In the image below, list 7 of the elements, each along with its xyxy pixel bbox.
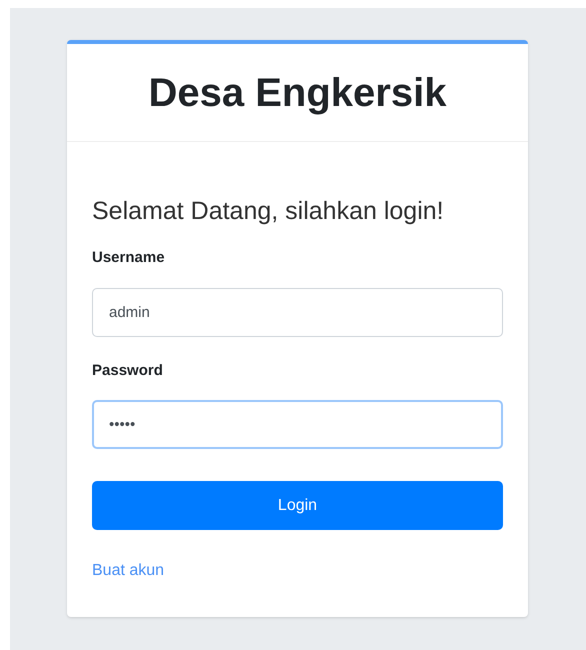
input-field[interactable]: admin: [92, 288, 503, 337]
field-label: Password: [92, 360, 164, 381]
field-label: Username: [92, 248, 166, 268]
login-button[interactable]: Login: [92, 481, 503, 530]
welcome-heading: Selamat Datang, silahkan login!: [92, 196, 445, 227]
card-title: Desa Engkersik: [148, 72, 446, 112]
input-field[interactable]: •••••: [92, 400, 503, 450]
